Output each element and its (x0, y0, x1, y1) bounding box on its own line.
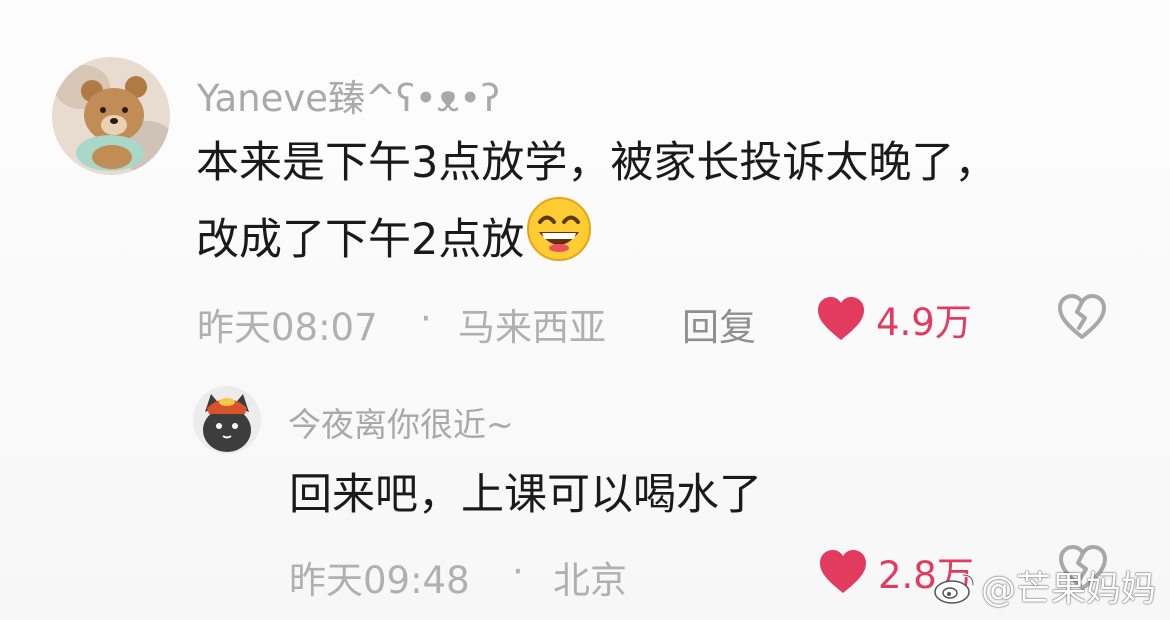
broken-heart-icon (1058, 294, 1106, 339)
like-button[interactable]: 4.9万 (816, 292, 972, 346)
comment-text-line2: 改成了下午2点放 (196, 215, 525, 265)
comment-location: 北京 (553, 559, 627, 602)
comment-time: 昨天08:07 (197, 306, 378, 349)
user-avatar[interactable] (193, 386, 261, 454)
comment-text: 回来吧，上课可以喝水了 (289, 470, 762, 520)
heart-icon (818, 297, 864, 340)
comment-text: 本来是下午3点放学，被家长投诉太晚了， 改成了下午2点放 (196, 130, 997, 273)
comment-text-line: 本来是下午3点放学，被家长投诉太晚了， (196, 138, 998, 188)
comment-time: 昨天09:48 (289, 559, 470, 602)
watermark-text: @芒果妈妈 (980, 570, 1156, 610)
teddy-bear-avatar (52, 57, 170, 175)
like-count: 4.9万 (876, 301, 972, 344)
weibo-logo-icon (934, 573, 975, 604)
comment-username[interactable]: 今夜离你很近~ (288, 398, 514, 446)
watermark: @芒果妈妈 (933, 561, 1156, 612)
comment-text-line: 改成了下午2点放 (196, 196, 997, 273)
comment-username[interactable]: Yaneve臻^ʕ•ᴥ•ʔ (197, 68, 500, 122)
cartoon-cat-avatar (193, 386, 261, 454)
reply-button[interactable]: 回复 (682, 297, 756, 351)
meta-separator: · (420, 297, 432, 340)
meta-separator: · (512, 550, 524, 593)
comment-location: 马来西亚 (458, 306, 606, 349)
comment-screen: Yaneve臻^ʕ•ᴥ•ʔ 本来是下午3点放学，被家长投诉太晚了， 改成了下午2… (0, 0, 1170, 620)
dislike-button[interactable] (1057, 294, 1107, 340)
grinning-face-emoji (527, 197, 592, 261)
user-avatar[interactable] (52, 57, 170, 175)
heart-icon (820, 550, 866, 593)
